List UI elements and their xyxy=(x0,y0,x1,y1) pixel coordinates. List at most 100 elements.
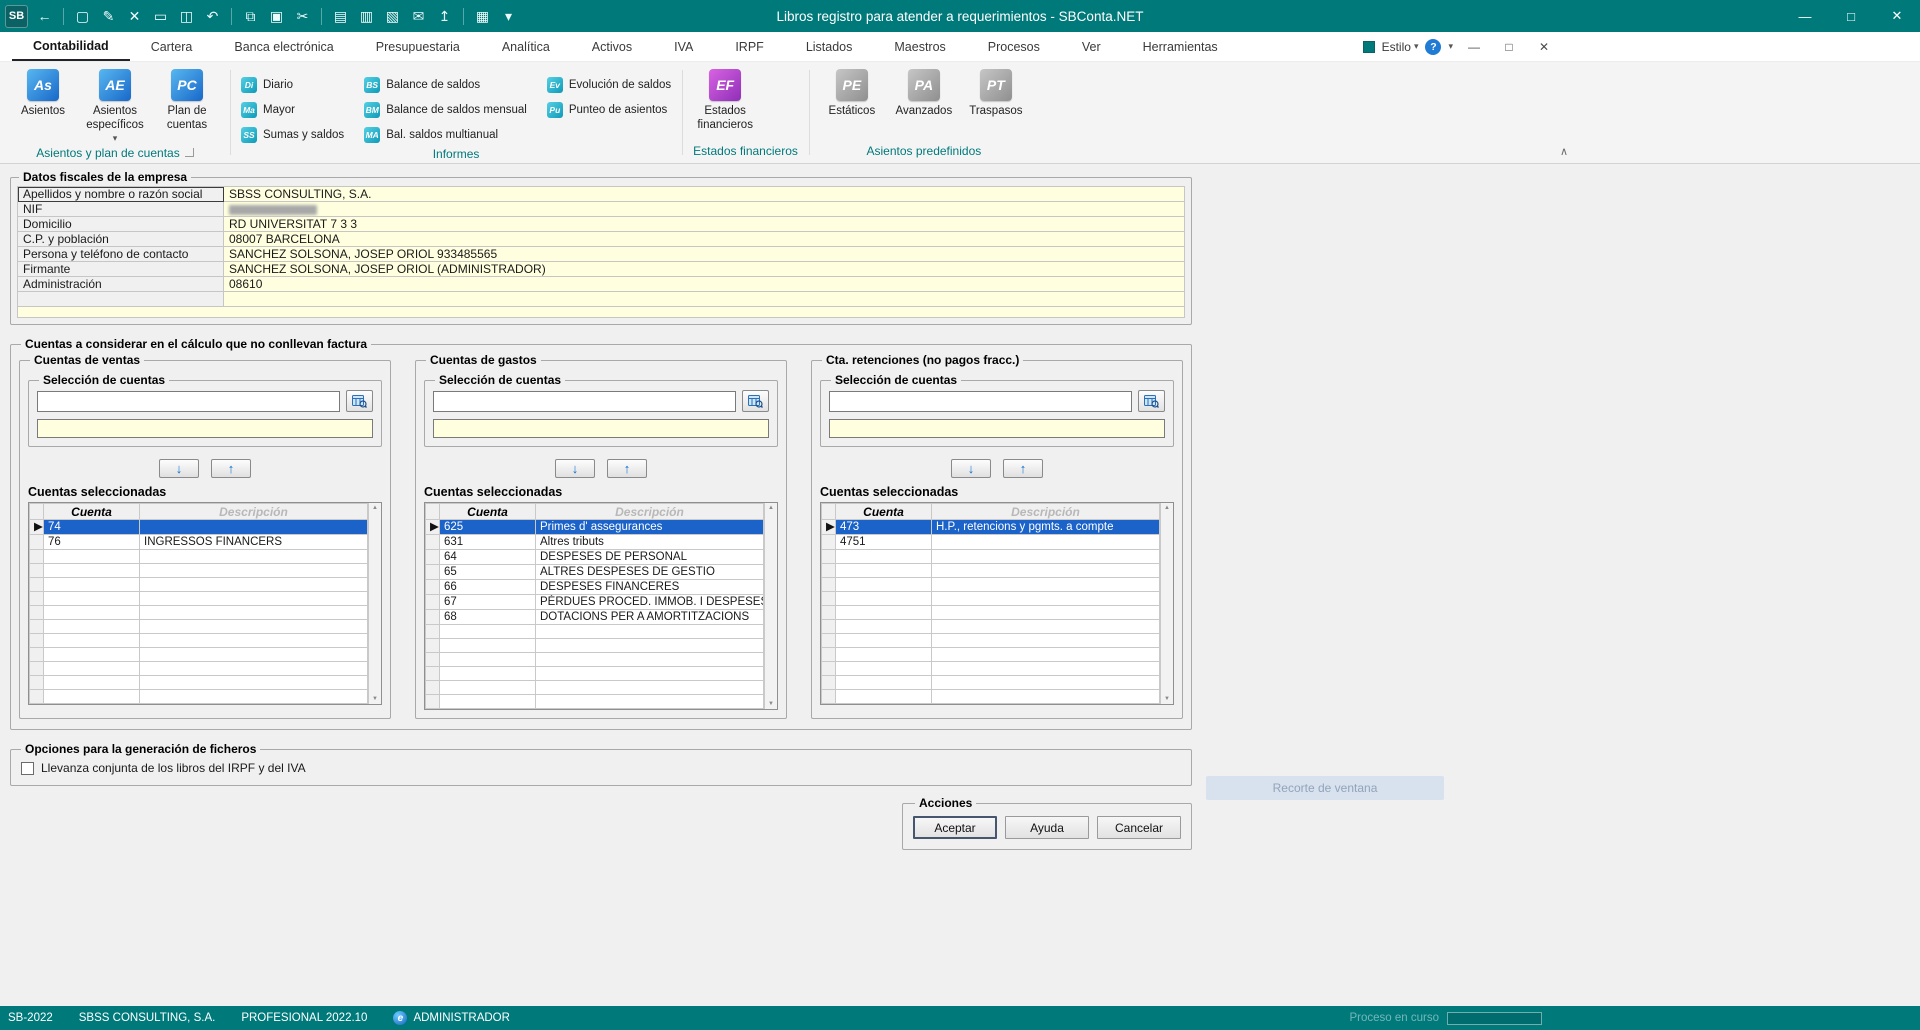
cuenta-cell[interactable] xyxy=(440,639,536,653)
move-up-button[interactable]: ↑ xyxy=(211,459,251,478)
delete-icon[interactable]: ✕ xyxy=(122,3,147,29)
table-row[interactable] xyxy=(30,578,368,592)
table-row[interactable] xyxy=(822,648,1160,662)
cuenta-cell[interactable] xyxy=(440,681,536,695)
move-down-button[interactable]: ↓ xyxy=(951,459,991,478)
cuenta-cell[interactable] xyxy=(836,550,932,564)
table-row[interactable]: 76INGRESSOS FINANCERS xyxy=(30,535,368,550)
cuenta-column-header[interactable]: Cuenta xyxy=(836,504,932,520)
fiscal-value-cell[interactable]: SANCHEZ SOLSONA, JOSEP ORIOL 933485565 xyxy=(224,247,1185,262)
ayuda-button[interactable]: Ayuda xyxy=(1005,816,1089,839)
descripcion-cell[interactable] xyxy=(932,606,1160,620)
save-icon[interactable]: ◫ xyxy=(174,3,199,29)
table-row[interactable] xyxy=(822,550,1160,564)
cuenta-cell[interactable]: 473 xyxy=(836,520,932,535)
descripcion-cell[interactable] xyxy=(932,578,1160,592)
lookup-accounts-button[interactable] xyxy=(1138,390,1165,412)
cuenta-cell[interactable] xyxy=(44,592,140,606)
descripcion-cell[interactable] xyxy=(140,578,368,592)
ribbon-item-mayor[interactable]: MaMayor xyxy=(241,102,344,118)
fiscal-value-cell[interactable]: SBSS CONSULTING, S.A. xyxy=(224,187,1185,202)
cuenta-cell[interactable] xyxy=(836,592,932,606)
close-button[interactable]: ✕ xyxy=(1874,0,1920,32)
estilo-menu[interactable]: Estilo▾ xyxy=(1382,40,1419,54)
descripcion-column-header[interactable]: Descripción xyxy=(932,504,1160,520)
account-description-field[interactable] xyxy=(433,419,769,438)
fiscal-label-cell[interactable]: Firmante xyxy=(18,262,224,277)
mdi-restore-button[interactable]: □ xyxy=(1495,36,1523,58)
table-row[interactable] xyxy=(822,690,1160,704)
table-row[interactable]: 67PÈRDUES PROCED. IMMOB. I DESPESES EXCE xyxy=(426,595,764,610)
ribbon-item-asientos[interactable]: AsAsientos xyxy=(11,67,75,119)
cuenta-cell[interactable]: 67 xyxy=(440,595,536,610)
table-row[interactable]: 4751 xyxy=(822,535,1160,550)
toolbar-dropdown-icon[interactable]: ▾ xyxy=(496,3,521,29)
move-down-button[interactable]: ↓ xyxy=(555,459,595,478)
fiscal-label-cell[interactable]: Domicilio xyxy=(18,217,224,232)
scroll-down-icon[interactable]: ▼ xyxy=(372,696,378,702)
copy-icon[interactable]: ⧉ xyxy=(238,3,263,29)
fiscal-value-cell[interactable]: 08610 xyxy=(224,277,1185,292)
minimize-button[interactable]: — xyxy=(1782,0,1828,32)
table-row[interactable] xyxy=(30,690,368,704)
table-row[interactable] xyxy=(30,550,368,564)
descripcion-cell[interactable] xyxy=(140,620,368,634)
table-row[interactable] xyxy=(822,592,1160,606)
table-row[interactable] xyxy=(822,606,1160,620)
scroll-up-icon[interactable]: ▲ xyxy=(768,505,774,511)
ribbon-item-evolucion-de-saldos[interactable]: EvEvolución de saldos xyxy=(547,77,671,93)
descripcion-cell[interactable] xyxy=(536,639,764,653)
fiscal-label-cell[interactable]: Administración xyxy=(18,277,224,292)
fiscal-value-cell[interactable]: 08007 BARCELONA xyxy=(224,232,1185,247)
descripcion-cell[interactable]: Altres tributs xyxy=(536,535,764,550)
help-icon[interactable]: ? xyxy=(1425,39,1441,55)
table-row[interactable] xyxy=(426,695,764,709)
new-document-icon[interactable]: ▢ xyxy=(70,3,95,29)
descripcion-cell[interactable]: H.P., retencions y pgmts. a compte xyxy=(932,520,1160,535)
descripcion-cell[interactable]: ALTRES DESPESES DE GESTIO xyxy=(536,565,764,580)
cuenta-cell[interactable] xyxy=(44,606,140,620)
descripcion-cell[interactable] xyxy=(140,592,368,606)
tab-iva[interactable]: IVA xyxy=(653,32,714,61)
cuenta-cell[interactable] xyxy=(836,564,932,578)
cuenta-cell[interactable] xyxy=(836,606,932,620)
descripcion-cell[interactable] xyxy=(932,676,1160,690)
descripcion-cell[interactable] xyxy=(932,620,1160,634)
tab-procesos[interactable]: Procesos xyxy=(967,32,1061,61)
cuenta-cell[interactable] xyxy=(836,620,932,634)
descripcion-cell[interactable] xyxy=(932,550,1160,564)
tab-listados[interactable]: Listados xyxy=(785,32,874,61)
cuenta-cell[interactable] xyxy=(44,550,140,564)
cut-icon[interactable]: ✂ xyxy=(290,3,315,29)
ribbon-item-estaticos[interactable]: PEEstáticos xyxy=(820,67,884,119)
cuenta-cell[interactable]: 76 xyxy=(44,535,140,550)
cuenta-cell[interactable]: 74 xyxy=(44,520,140,535)
descripcion-cell[interactable] xyxy=(932,564,1160,578)
ribbon-item-traspasos[interactable]: PTTraspasos xyxy=(964,67,1028,119)
cuenta-cell[interactable]: 64 xyxy=(440,550,536,565)
descripcion-cell[interactable] xyxy=(932,690,1160,704)
table-row[interactable] xyxy=(426,667,764,681)
descripcion-cell[interactable]: DESPESES DE PERSONAL xyxy=(536,550,764,565)
open-folder-icon[interactable]: ▭ xyxy=(148,3,173,29)
descripcion-cell[interactable] xyxy=(932,535,1160,550)
cuenta-cell[interactable]: 625 xyxy=(440,520,536,535)
cuenta-cell[interactable] xyxy=(836,690,932,704)
tab-contabilidad[interactable]: Contabilidad xyxy=(12,32,130,61)
ribbon-item-estados-financieros[interactable]: EFEstados financieros xyxy=(693,67,757,132)
cuenta-cell[interactable] xyxy=(44,578,140,592)
table-row[interactable] xyxy=(30,676,368,690)
fiscal-label-cell[interactable]: Apellidos y nombre o razón social xyxy=(18,187,224,202)
descripcion-cell[interactable]: PÈRDUES PROCED. IMMOB. I DESPESES EXCE xyxy=(536,595,764,610)
ribbon-item-sumas-y-saldos[interactable]: SSSumas y saldos xyxy=(241,127,344,143)
cuenta-cell[interactable] xyxy=(836,634,932,648)
fiscal-label-cell[interactable] xyxy=(18,292,224,307)
table-row[interactable] xyxy=(30,606,368,620)
table-row[interactable]: ▶625Primes d' assegurances xyxy=(426,520,764,535)
descripcion-cell[interactable]: INGRESSOS FINANCERS xyxy=(140,535,368,550)
scroll-down-icon[interactable]: ▼ xyxy=(768,701,774,707)
tab-analitica[interactable]: Analítica xyxy=(481,32,571,61)
fiscal-value-cell[interactable] xyxy=(224,202,1185,217)
cuenta-cell[interactable]: 66 xyxy=(440,580,536,595)
cuenta-column-header[interactable]: Cuenta xyxy=(440,504,536,520)
